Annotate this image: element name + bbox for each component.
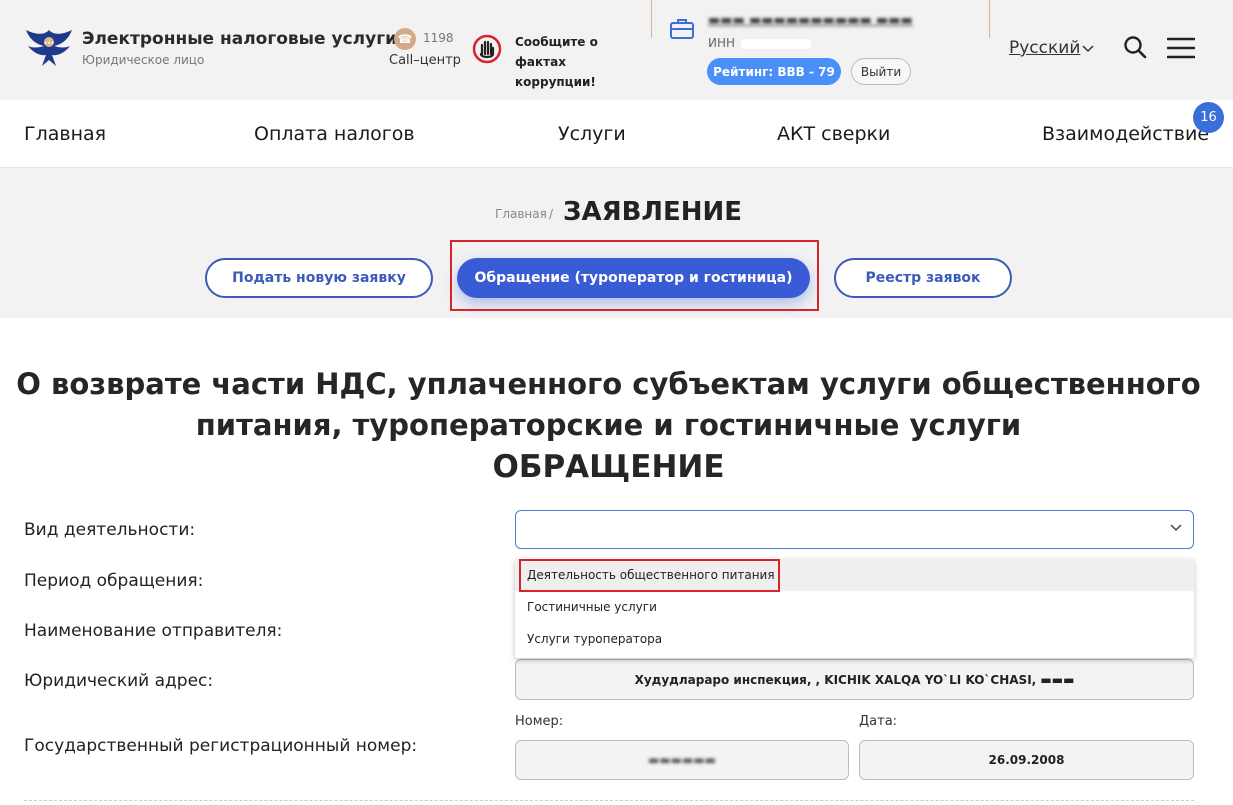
reg-number-label: Государственный регистрационный номер: xyxy=(24,736,418,756)
nav-item-reconciliation[interactable]: АКТ сверки xyxy=(777,123,890,145)
user-name-link[interactable]: ▬▬▬ ▬▬▬▬▬▬▬▬▬▬ ▬▬▬ xyxy=(708,13,913,28)
form-title: О возврате части НДС, уплаченного субъек… xyxy=(0,364,1217,446)
reg-date-field: 26.09.2008 xyxy=(859,740,1194,780)
inn-label: ИНН xyxy=(708,36,812,50)
date-label: Дата: xyxy=(859,714,898,729)
inn-text: ИНН xyxy=(708,36,736,50)
hamburger-menu-icon[interactable] xyxy=(1167,37,1195,59)
page-title: ЗАЯВЛЕНИЕ xyxy=(563,197,743,227)
briefcase-icon xyxy=(670,19,694,39)
logout-button[interactable]: Выйти xyxy=(851,58,911,85)
brand-title: Электронные налоговые услуги xyxy=(82,29,397,49)
dropdown-option-tour-operator[interactable]: Услуги туроператора xyxy=(515,623,1194,655)
form-title-line1: О возврате части НДС, уплаченного субъек… xyxy=(16,367,1201,401)
eagle-logo-icon[interactable]: ★★★ xyxy=(24,22,74,72)
tab-applications-registry[interactable]: Реестр заявок xyxy=(834,258,1012,298)
rating-badge[interactable]: Рейтинг: BBB - 79 xyxy=(707,58,841,85)
call-center-label[interactable]: Call–центр xyxy=(389,53,461,68)
brand-subtitle: Юридическое лицо xyxy=(82,53,205,67)
language-selector[interactable]: Русский xyxy=(1009,38,1080,58)
svg-text:★★★: ★★★ xyxy=(44,40,55,45)
call-center-number[interactable]: 1198 xyxy=(423,31,454,45)
chevron-down-icon[interactable] xyxy=(1082,42,1094,54)
sender-label: Наименование отправителя: xyxy=(24,621,283,641)
dropdown-option-hotel[interactable]: Гостиничные услуги xyxy=(515,591,1194,623)
main-nav: Главная Оплата налогов Услуги АКТ сверки… xyxy=(0,100,1233,168)
highlight-box xyxy=(450,240,819,311)
period-label: Период обращения: xyxy=(24,571,204,591)
nav-item-services[interactable]: Услуги xyxy=(558,123,626,145)
reg-number-value: ▬▬▬▬▬▬ xyxy=(647,753,717,767)
phone-icon: ☎ xyxy=(394,28,416,50)
breadcrumb-home[interactable]: Главная xyxy=(495,207,547,221)
activity-select[interactable] xyxy=(515,510,1194,549)
chevron-down-icon[interactable] xyxy=(1169,520,1183,534)
reg-number-field: ▬▬▬▬▬▬ xyxy=(515,740,849,780)
corruption-report-link[interactable]: Сообщите о фактах коррупции! xyxy=(515,32,645,92)
breadcrumb-separator: / xyxy=(549,207,554,221)
form-title-line2: питания, туроператорские и гостиничные у… xyxy=(195,408,1022,442)
nav-item-interaction[interactable]: Взаимодействие xyxy=(1042,123,1209,145)
stop-hand-icon[interactable] xyxy=(472,34,502,64)
nav-item-home[interactable]: Главная xyxy=(24,123,106,145)
search-icon[interactable] xyxy=(1123,35,1147,59)
highlight-box xyxy=(519,559,780,592)
divider xyxy=(989,0,990,38)
notification-badge[interactable]: 16 xyxy=(1193,102,1224,133)
tab-new-application[interactable]: Подать новую заявку xyxy=(205,258,433,298)
divider xyxy=(651,0,652,38)
inn-value-redacted xyxy=(741,38,812,49)
number-label: Номер: xyxy=(515,714,564,729)
address-label: Юридический адрес: xyxy=(24,671,214,691)
address-field: Худудлараро инспекция, , KICHIK XALQA YO… xyxy=(515,659,1194,700)
section-divider xyxy=(24,800,1194,801)
activity-label: Вид деятельности: xyxy=(24,520,196,540)
form-subtitle: ОБРАЩЕНИЕ xyxy=(492,449,725,485)
nav-item-tax-payment[interactable]: Оплата налогов xyxy=(254,123,415,145)
